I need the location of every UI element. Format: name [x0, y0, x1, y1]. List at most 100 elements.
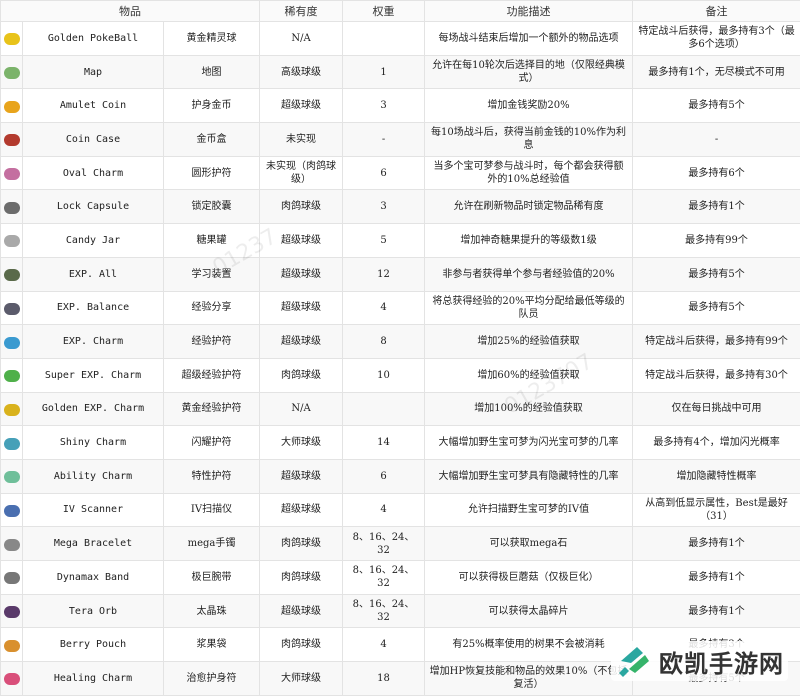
cell-rarity: 肉鸽球级 [260, 527, 343, 561]
cell-en: Lock Capsule [23, 190, 164, 224]
cell-en: EXP. Balance [23, 291, 164, 325]
cell-zh: 经验分享 [164, 291, 260, 325]
cell-desc: 可以获得太晶碎片 [425, 594, 633, 628]
coin-case-icon [4, 134, 20, 146]
table-row: Oval Charm圆形护符未实现（肉鸽球级）6当多个宝可梦参与战斗时，每个都会… [1, 156, 800, 190]
cell-note: 仅在每日挑战中可用 [633, 392, 800, 426]
amulet-coin-icon [4, 101, 20, 113]
cell-zh: IV扫描仪 [164, 493, 260, 527]
cell-note: 最多持有99个 [633, 224, 800, 258]
cell-note: 特定战斗后获得，最多持有30个 [633, 358, 800, 392]
header-weight: 权重 [343, 1, 425, 22]
cell-zh: 治愈护身符 [164, 662, 260, 696]
cell-note: 最多持有1个 [633, 527, 800, 561]
table-row: Super EXP. Charm超级经验护符肉鸽球级10增加60%的经验值获取特… [1, 358, 800, 392]
item-icon-cell [1, 325, 23, 359]
header-rarity: 稀有度 [260, 1, 343, 22]
cell-zh: 锁定胶囊 [164, 190, 260, 224]
cell-en: Coin Case [23, 123, 164, 157]
cell-rarity: 未实现（肉鸽球级） [260, 156, 343, 190]
table-row: Coin Case金币盒未实现-每10场战斗后，获得当前金钱的10%作为利息- [1, 123, 800, 157]
cell-en: Candy Jar [23, 224, 164, 258]
cell-desc: 允许在刷新物品时锁定物品稀有度 [425, 190, 633, 224]
table-row: EXP. All学习装置超级球级12非参与者获得单个参与者经验值的20%最多持有… [1, 257, 800, 291]
cell-desc: 将总获得经验的20%平均分配给最低等级的队员 [425, 291, 633, 325]
cell-desc: 增加25%的经验值获取 [425, 325, 633, 359]
table-row: Ability Charm特性护符超级球级6大幅增加野生宝可梦具有隐藏特性的几率… [1, 459, 800, 493]
cell-rarity: N/A [260, 22, 343, 56]
item-icon-cell [1, 628, 23, 662]
cell-note: 最多持有5个 [633, 257, 800, 291]
cell-desc: 增加神奇糖果提升的等级数1级 [425, 224, 633, 258]
candy-jar-icon [4, 235, 20, 247]
cell-rarity: 肉鸽球级 [260, 190, 343, 224]
item-icon-cell [1, 594, 23, 628]
cell-weight: 3 [343, 190, 425, 224]
cell-weight: 8、16、24、32 [343, 561, 425, 595]
shiny-charm-icon [4, 438, 20, 450]
header-desc: 功能描述 [425, 1, 633, 22]
cell-note: 最多持有1个 [633, 190, 800, 224]
header-note: 备注 [633, 1, 800, 22]
cell-zh: 黄金精灵球 [164, 22, 260, 56]
cell-en: Dynamax Band [23, 561, 164, 595]
cell-weight [343, 392, 425, 426]
healing-charm-icon [4, 673, 20, 685]
cell-weight: 5 [343, 224, 425, 258]
cell-en: Tera Orb [23, 594, 164, 628]
item-icon-cell [1, 89, 23, 123]
cell-zh: 学习装置 [164, 257, 260, 291]
item-icon-cell [1, 55, 23, 89]
cell-en: Ability Charm [23, 459, 164, 493]
cell-rarity: 高级球级 [260, 55, 343, 89]
ability-charm-icon [4, 471, 20, 483]
site-logo[interactable]: 欧凯手游网 [611, 641, 788, 681]
cell-desc: 可以获取mega石 [425, 527, 633, 561]
cell-note: 最多持有5个 [633, 291, 800, 325]
cell-zh: 经验护符 [164, 325, 260, 359]
table-row: Shiny Charm闪耀护符大师球级14大幅增加野生宝可梦为闪光宝可梦的几率最… [1, 426, 800, 460]
item-icon-cell [1, 156, 23, 190]
cell-weight [343, 22, 425, 56]
table-row: Lock Capsule锁定胶囊肉鸽球级3允许在刷新物品时锁定物品稀有度最多持有… [1, 190, 800, 224]
cell-note: 最多持有1个 [633, 561, 800, 595]
cell-desc: 当多个宝可梦参与战斗时，每个都会获得额外的10%总经验值 [425, 156, 633, 190]
table-row: Amulet Coin护身金币超级球级3增加金钱奖励20%最多持有5个 [1, 89, 800, 123]
cell-en: Oval Charm [23, 156, 164, 190]
exp-charm-icon [4, 337, 20, 349]
logo-mark-icon [615, 643, 655, 679]
cell-zh: 特性护符 [164, 459, 260, 493]
cell-zh: 极巨腕带 [164, 561, 260, 595]
cell-note: 增加隐藏特性概率 [633, 459, 800, 493]
cell-zh: 金币盒 [164, 123, 260, 157]
golden-pokeball-icon [4, 33, 20, 45]
lock-capsule-icon [4, 202, 20, 214]
table-row: Tera Orb太晶珠超级球级8、16、24、32可以获得太晶碎片最多持有1个 [1, 594, 800, 628]
cell-desc: 增加HP恢复技能和物品的效果10%（不包括复活） [425, 662, 633, 696]
cell-note: - [633, 123, 800, 157]
cell-note: 最多持有1个 [633, 594, 800, 628]
cell-rarity: 超级球级 [260, 594, 343, 628]
cell-desc: 增加金钱奖励20% [425, 89, 633, 123]
cell-note: 特定战斗后获得，最多持有3个（最多6个选项） [633, 22, 800, 56]
item-icon-cell [1, 224, 23, 258]
cell-zh: 黄金经验护符 [164, 392, 260, 426]
oval-charm-icon [4, 168, 20, 180]
header-row: 物品 稀有度 权重 功能描述 备注 [1, 1, 800, 22]
cell-zh: 太晶珠 [164, 594, 260, 628]
item-icon-cell [1, 561, 23, 595]
table-row: EXP. Balance经验分享超级球级4将总获得经验的20%平均分配给最低等级… [1, 291, 800, 325]
cell-rarity: 大师球级 [260, 662, 343, 696]
mega-bracelet-icon [4, 539, 20, 551]
exp-all-icon [4, 269, 20, 281]
cell-rarity: 超级球级 [260, 459, 343, 493]
item-icon-cell [1, 527, 23, 561]
cell-note: 最多持有1个，无尽模式不可用 [633, 55, 800, 89]
cell-zh: mega手镯 [164, 527, 260, 561]
cell-desc: 增加60%的经验值获取 [425, 358, 633, 392]
header-item: 物品 [1, 1, 260, 22]
cell-note: 从高到低显示属性，Best是最好（31） [633, 493, 800, 527]
cell-rarity: 肉鸽球级 [260, 628, 343, 662]
item-icon-cell [1, 22, 23, 56]
dynamax-band-icon [4, 572, 20, 584]
